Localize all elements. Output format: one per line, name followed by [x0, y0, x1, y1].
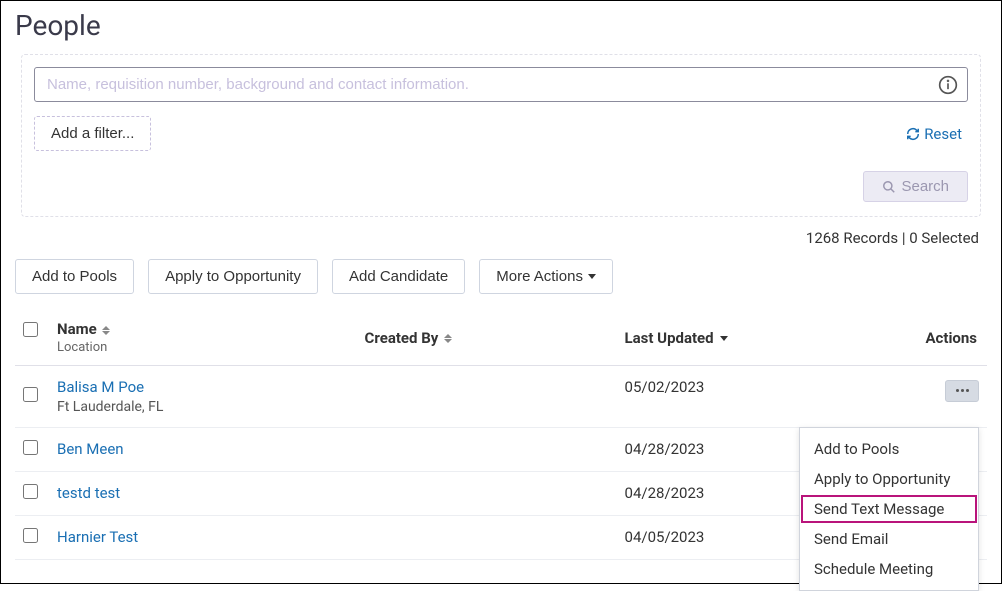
header-name[interactable]: Name Location — [49, 310, 357, 366]
action-row: Add to Pools Apply to Opportunity Add Ca… — [1, 253, 1001, 304]
row-checkbox-cell — [15, 472, 49, 516]
dot-icon — [966, 389, 969, 392]
apply-to-opportunity-button[interactable]: Apply to Opportunity — [148, 259, 318, 294]
row-checkbox[interactable] — [23, 387, 38, 402]
add-candidate-button[interactable]: Add Candidate — [332, 259, 465, 294]
dropdown-item[interactable]: Send Text Message — [800, 494, 978, 524]
dropdown-item[interactable]: Apply to Opportunity — [800, 464, 978, 494]
created-by-cell — [357, 366, 617, 428]
person-name-link[interactable]: Balisa M Poe — [57, 378, 349, 396]
search-icon — [882, 180, 896, 194]
select-all-checkbox[interactable] — [23, 322, 38, 337]
row-more-button[interactable] — [945, 380, 979, 402]
dropdown-item[interactable]: Send Email — [800, 524, 978, 554]
records-selected: 0 Selected — [909, 229, 979, 247]
row-checkbox[interactable] — [23, 528, 38, 543]
row-actions-dropdown: Add to PoolsApply to OpportunitySend Tex… — [799, 427, 979, 591]
search-button[interactable]: Search — [863, 171, 968, 202]
dropdown-item[interactable]: Add to Pools — [800, 434, 978, 464]
name-cell: Harnier Test — [49, 516, 357, 560]
add-filter-button[interactable]: Add a filter... — [34, 116, 151, 151]
header-actions: Actions — [917, 310, 987, 366]
search-input[interactable] — [34, 67, 968, 102]
sort-desc-icon — [720, 336, 728, 341]
row-checkbox-cell — [15, 366, 49, 428]
name-cell: Balisa M Poe Ft Lauderdale, FL — [49, 366, 357, 428]
actions-cell — [917, 366, 987, 428]
last-updated-cell: 05/02/2023 — [617, 366, 918, 428]
table-header-row: Name Location Created By Last Updated Ac… — [15, 310, 987, 366]
dot-icon — [956, 389, 959, 392]
header-checkbox-cell — [15, 310, 49, 366]
name-cell: Ben Meen — [49, 428, 357, 472]
search-button-label: Search — [901, 178, 949, 195]
header-name-sub: Location — [57, 340, 349, 355]
sort-icon — [102, 326, 110, 335]
records-count: 1268 Records — [806, 229, 898, 247]
header-created-by-label: Created By — [365, 329, 439, 347]
filter-panel: Add a filter... Reset Search — [21, 54, 981, 217]
created-by-cell — [357, 472, 617, 516]
more-actions-button[interactable]: More Actions — [479, 259, 613, 294]
header-created-by[interactable]: Created By — [357, 310, 617, 366]
person-location: Ft Lauderdale, FL — [57, 399, 349, 415]
more-actions-label: More Actions — [496, 268, 583, 285]
add-to-pools-button[interactable]: Add to Pools — [15, 259, 134, 294]
row-checkbox[interactable] — [23, 440, 38, 455]
header-last-updated[interactable]: Last Updated — [617, 310, 918, 366]
search-button-row: Search — [34, 171, 968, 202]
name-cell: testd test — [49, 472, 357, 516]
page-title: People — [1, 1, 1001, 48]
sort-icon — [444, 334, 452, 343]
created-by-cell — [357, 516, 617, 560]
search-input-wrap — [34, 67, 968, 102]
row-checkbox[interactable] — [23, 484, 38, 499]
dropdown-item[interactable]: Schedule Meeting — [800, 554, 978, 584]
caret-down-icon — [588, 274, 596, 279]
row-checkbox-cell — [15, 428, 49, 472]
created-by-cell — [357, 428, 617, 472]
header-last-updated-label: Last Updated — [625, 329, 714, 347]
dot-icon — [961, 389, 964, 392]
records-sep: | — [898, 229, 909, 247]
row-checkbox-cell — [15, 516, 49, 560]
filter-row: Add a filter... Reset — [34, 116, 968, 151]
reset-link[interactable]: Reset — [906, 125, 962, 143]
info-icon[interactable] — [938, 75, 958, 95]
header-name-label: Name — [57, 320, 97, 338]
person-name-link[interactable]: Harnier Test — [57, 528, 349, 546]
reset-label: Reset — [924, 125, 962, 143]
person-name-link[interactable]: Ben Meen — [57, 440, 349, 458]
header-actions-label: Actions — [925, 329, 977, 347]
records-bar: 1268 Records | 0 Selected — [1, 217, 1001, 253]
table-row: Balisa M Poe Ft Lauderdale, FL 05/02/2023 — [15, 366, 987, 428]
refresh-icon — [906, 127, 920, 141]
person-name-link[interactable]: testd test — [57, 484, 349, 502]
